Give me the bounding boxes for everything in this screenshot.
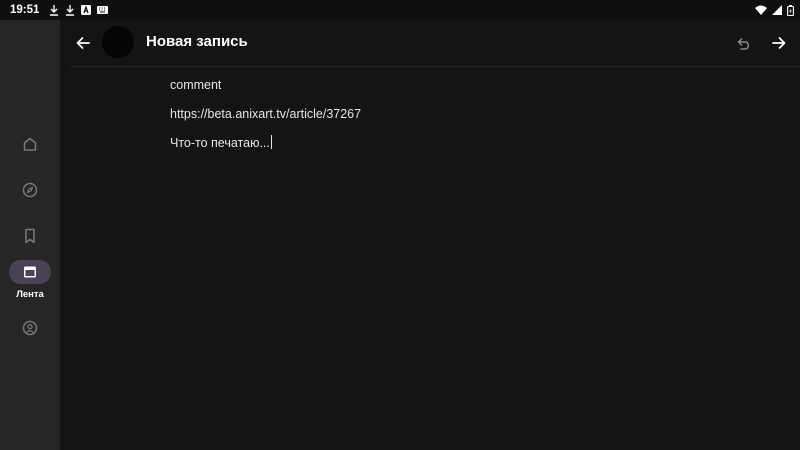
rail-item-bookmarks[interactable]	[0, 224, 60, 248]
wifi-icon	[755, 5, 767, 15]
home-icon-wrap	[9, 132, 51, 156]
post-editor[interactable]: comment https://beta.anixart.tv/article/…	[170, 77, 770, 151]
status-time: 19:51	[10, 4, 40, 16]
anixart-icon	[81, 5, 92, 15]
rail-item-discover[interactable]	[0, 178, 60, 202]
text-caret	[270, 135, 272, 149]
signal-icon	[772, 5, 782, 15]
arrow-left-icon	[76, 37, 90, 49]
status-left: 19:51	[10, 4, 109, 16]
feed-icon	[24, 266, 36, 278]
rail-item-feed-label: Лента	[16, 289, 44, 300]
editor-line-comment[interactable]: comment	[170, 77, 770, 93]
keyboard-icon	[97, 6, 109, 14]
publish-button[interactable]	[768, 32, 790, 54]
header-divider	[70, 66, 800, 67]
bookmark-icon	[25, 228, 35, 244]
feed-icon-wrap	[9, 260, 51, 284]
editor-line-link[interactable]: https://beta.anixart.tv/article/37267	[170, 106, 770, 122]
bookmark-icon-wrap	[9, 224, 51, 248]
page-title: Новая запись	[146, 33, 248, 50]
home-icon	[23, 137, 37, 151]
download-icon	[50, 4, 59, 16]
back-button[interactable]	[72, 32, 94, 54]
battery-icon	[787, 4, 794, 16]
status-right	[755, 4, 794, 16]
avatar[interactable]	[102, 26, 134, 58]
rail-item-profile[interactable]	[0, 316, 60, 340]
main-content: Новая запись comment https://beta.anixar…	[60, 20, 800, 450]
rail-item-home[interactable]	[0, 132, 60, 156]
editor-line-text-content: Что-то печатаю...	[170, 136, 270, 150]
undo-icon	[737, 38, 750, 50]
profile-icon-wrap	[9, 316, 51, 340]
undo-button[interactable]	[732, 32, 754, 54]
editor-line-text[interactable]: Что-то печатаю...	[170, 135, 770, 151]
status-bar: 19:51	[0, 0, 800, 20]
profile-icon	[22, 320, 38, 336]
arrow-right-icon	[772, 37, 786, 49]
download-icon	[66, 4, 75, 16]
rail-item-feed[interactable]: Лента	[0, 260, 60, 300]
compass-icon	[22, 182, 38, 198]
compass-icon-wrap	[9, 178, 51, 202]
navigation-rail: Лента	[0, 20, 60, 450]
top-app-bar: Новая запись	[60, 20, 800, 66]
